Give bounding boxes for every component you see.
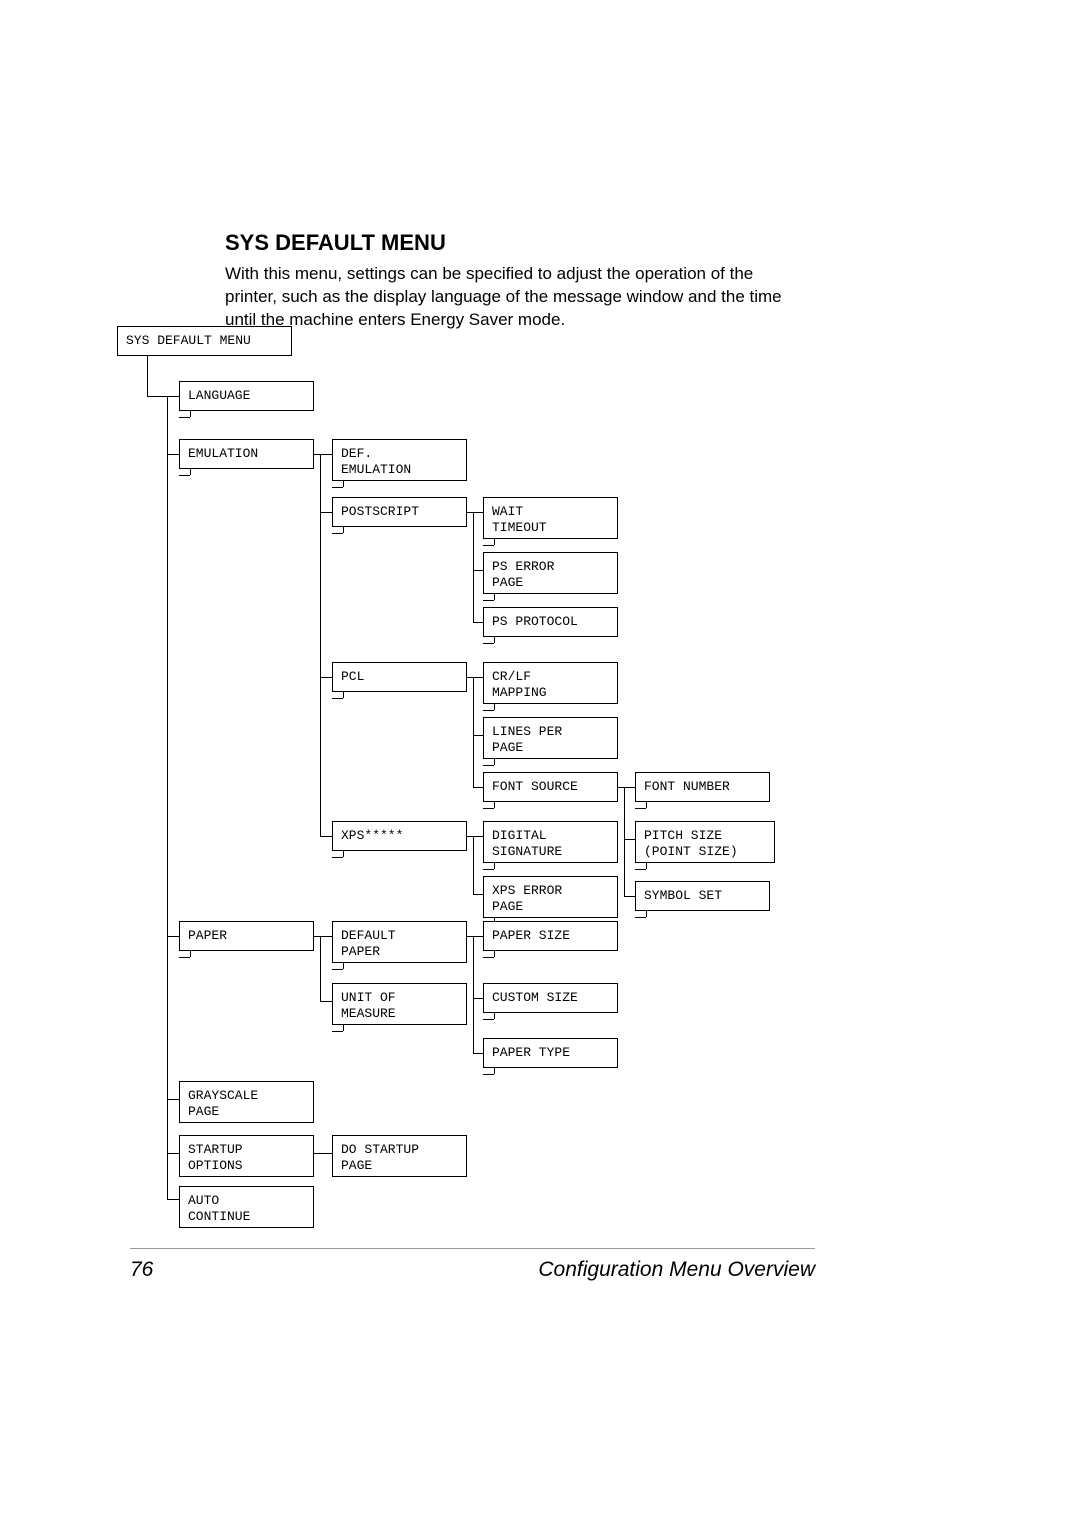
node-language: LANGUAGE [179, 381, 314, 411]
node-crlf-mapping: CR/LF MAPPING [483, 662, 618, 704]
node-do-startup-page: DO STARTUP PAGE [332, 1135, 467, 1177]
node-xps-error-page: XPS ERROR PAGE [483, 876, 618, 918]
node-pcl: PCL [332, 662, 467, 692]
node-paper-size: PAPER SIZE [483, 921, 618, 951]
node-digital-signature: DIGITAL SIGNATURE [483, 821, 618, 863]
node-unit-of-measure: UNIT OF MEASURE [332, 983, 467, 1025]
node-custom-size: CUSTOM SIZE [483, 983, 618, 1013]
node-default-paper: DEFAULT PAPER [332, 921, 467, 963]
node-ps-protocol: PS PROTOCOL [483, 607, 618, 637]
footer-rule [130, 1248, 815, 1249]
node-emulation: EMULATION [179, 439, 314, 469]
node-root: SYS DEFAULT MENU [117, 326, 292, 356]
node-auto-continue: AUTO CONTINUE [179, 1186, 314, 1228]
page: SYS DEFAULT MENU With this menu, setting… [0, 0, 1080, 1527]
node-font-source: FONT SOURCE [483, 772, 618, 802]
intro-paragraph: With this menu, settings can be specifie… [225, 263, 795, 332]
section-heading: SYS DEFAULT MENU [225, 230, 446, 256]
node-paper: PAPER [179, 921, 314, 951]
node-postscript: POSTSCRIPT [332, 497, 467, 527]
node-symbol-set: SYMBOL SET [635, 881, 770, 911]
node-ps-error-page: PS ERROR PAGE [483, 552, 618, 594]
page-number: 76 [130, 1258, 153, 1282]
node-paper-type: PAPER TYPE [483, 1038, 618, 1068]
node-font-number: FONT NUMBER [635, 772, 770, 802]
node-def-emulation: DEF. EMULATION [332, 439, 467, 481]
node-grayscale: GRAYSCALE PAGE [179, 1081, 314, 1123]
footer-title: Configuration Menu Overview [538, 1258, 815, 1282]
node-wait-timeout: WAIT TIMEOUT [483, 497, 618, 539]
node-pitch-size: PITCH SIZE (POINT SIZE) [635, 821, 775, 863]
node-xps: XPS***** [332, 821, 467, 851]
node-lines-per-page: LINES PER PAGE [483, 717, 618, 759]
node-startup-options: STARTUP OPTIONS [179, 1135, 314, 1177]
menu-tree-diagram: SYS DEFAULT MENU LANGUAGE EMULATION PAPE… [117, 326, 837, 1231]
